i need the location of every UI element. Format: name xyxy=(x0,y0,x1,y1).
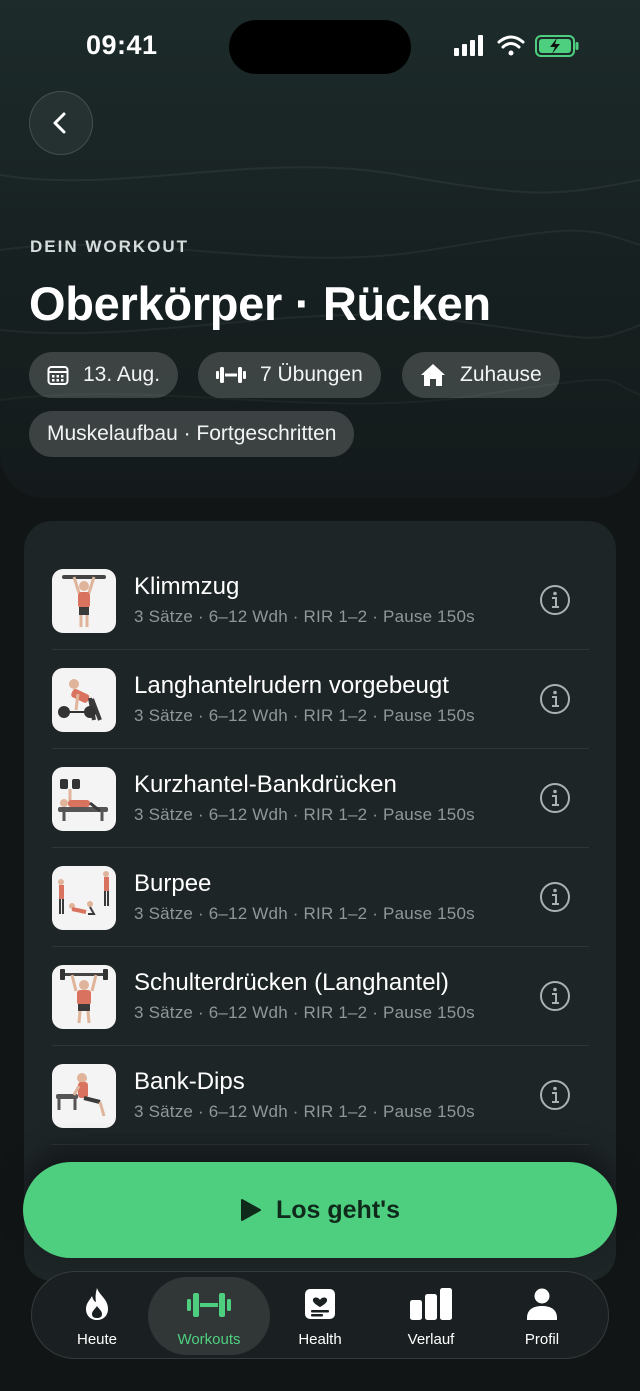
dynamic-island xyxy=(229,20,411,74)
exercise-name: Kurzhantel-Bankdrücken xyxy=(134,771,397,798)
exercise-name: Langhantelrudern vorgebeugt xyxy=(134,672,449,699)
exercise-thumbnail xyxy=(52,1064,116,1128)
tab-workouts[interactable]: Workouts xyxy=(148,1277,270,1355)
exercise-row[interactable]: Langhantelrudern vorgebeugt 3 Sätze · 6–… xyxy=(52,650,589,749)
calendar-icon xyxy=(47,364,69,386)
tab-verlauf[interactable]: Verlauf xyxy=(376,1272,486,1360)
dumbbell-icon xyxy=(187,1287,231,1323)
exercise-row[interactable]: Bank-Dips 3 Sätze · 6–12 Wdh · RIR 1–2 ·… xyxy=(52,1046,589,1145)
info-icon[interactable] xyxy=(539,584,571,616)
exercise-name: Schulterdrücken (Langhantel) xyxy=(134,969,449,996)
exercise-count-label: 7 Übungen xyxy=(260,363,363,386)
tab-health[interactable]: Health xyxy=(265,1272,375,1360)
exercise-name: Burpee xyxy=(134,870,212,897)
tab-heute[interactable]: Heute xyxy=(42,1272,152,1360)
info-icon[interactable] xyxy=(539,1079,571,1111)
exercise-meta: 3 Sätze · 6–12 Wdh · RIR 1–2 · Pause 150… xyxy=(134,1102,475,1121)
health-card-icon xyxy=(304,1286,336,1322)
goal-level-label: Muskelaufbau · Fortgeschritten xyxy=(47,422,337,445)
exercise-meta: 3 Sätze · 6–12 Wdh · RIR 1–2 · Pause 150… xyxy=(134,706,475,725)
chevron-left-icon xyxy=(53,112,66,134)
home-icon xyxy=(420,363,446,387)
exercise-row[interactable]: Schulterdrücken (Langhantel) 3 Sätze · 6… xyxy=(52,947,589,1046)
tab-verlauf-label: Verlauf xyxy=(407,1331,455,1348)
tab-profil-label: Profil xyxy=(524,1331,560,1348)
exercise-meta: 3 Sätze · 6–12 Wdh · RIR 1–2 · Pause 150… xyxy=(134,1003,475,1022)
exercise-thumbnail xyxy=(52,965,116,1029)
status-bar: 09:41 xyxy=(0,0,640,90)
signal-icon xyxy=(454,35,483,56)
info-icon[interactable] xyxy=(539,683,571,715)
tab-profil[interactable]: Profil xyxy=(487,1272,597,1360)
goal-level-chip: Muskelaufbau · Fortgeschritten xyxy=(29,411,355,457)
start-workout-label: Los geht's xyxy=(275,1195,400,1224)
section-eyebrow: DEIN WORKOUT xyxy=(30,237,190,256)
tab-heute-label: Heute xyxy=(76,1331,118,1348)
status-icons xyxy=(452,32,582,67)
exercise-thumbnail xyxy=(52,569,116,633)
exercise-meta: 3 Sätze · 6–12 Wdh · RIR 1–2 · Pause 150… xyxy=(134,904,475,923)
exercise-row[interactable]: Klimmzug 3 Sätze · 6–12 Wdh · RIR 1–2 · … xyxy=(52,551,589,650)
location-chip: Zuhause xyxy=(402,352,560,398)
start-workout-button[interactable]: Los geht's xyxy=(23,1162,617,1258)
back-button[interactable] xyxy=(29,91,93,155)
exercise-count-chip: 7 Übungen xyxy=(198,352,381,398)
wifi-icon xyxy=(497,35,525,56)
tab-workouts-label: Workouts xyxy=(177,1331,241,1348)
location-chip-label: Zuhause xyxy=(460,363,542,386)
flame-icon xyxy=(82,1286,112,1322)
bar-chart-icon xyxy=(410,1286,452,1322)
dumbbell-icon xyxy=(216,365,246,385)
exercise-thumbnail xyxy=(52,866,116,930)
exercise-meta: 3 Sätze · 6–12 Wdh · RIR 1–2 · Pause 150… xyxy=(134,805,475,824)
exercise-thumbnail xyxy=(52,767,116,831)
date-chip: 13. Aug. xyxy=(29,352,179,398)
exercise-name: Bank-Dips xyxy=(134,1068,245,1095)
exercise-thumbnail xyxy=(52,668,116,732)
tab-bar: Heute Workouts Health Verlauf Profil xyxy=(31,1271,609,1359)
info-icon[interactable] xyxy=(539,881,571,913)
exercise-row[interactable]: Kurzhantel-Bankdrücken 3 Sätze · 6–12 Wd… xyxy=(52,749,589,848)
exercise-row[interactable]: Burpee 3 Sätze · 6–12 Wdh · RIR 1–2 · Pa… xyxy=(52,848,589,947)
date-chip-label: 13. Aug. xyxy=(83,363,161,386)
status-time: 09:41 xyxy=(86,30,158,60)
info-icon[interactable] xyxy=(539,782,571,814)
tab-health-label: Health xyxy=(298,1331,342,1348)
battery-icon xyxy=(535,35,579,57)
exercise-name: Klimmzug xyxy=(134,573,240,600)
exercise-meta: 3 Sätze · 6–12 Wdh · RIR 1–2 · Pause 150… xyxy=(134,607,475,626)
info-icon[interactable] xyxy=(539,980,571,1012)
person-icon xyxy=(527,1286,557,1322)
play-icon xyxy=(240,1199,261,1221)
page-title: Oberkörper · Rücken xyxy=(29,277,491,330)
